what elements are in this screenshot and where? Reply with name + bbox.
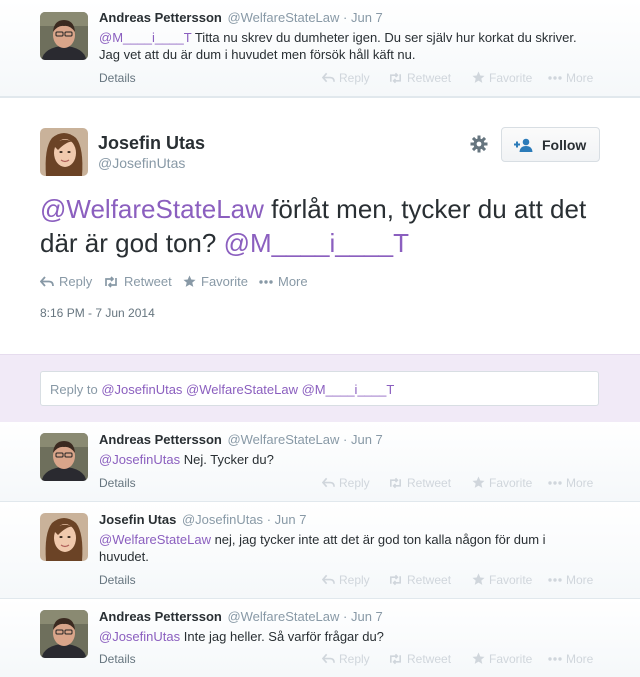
reply-action[interactable]: Reply (322, 573, 370, 587)
tweet-date[interactable]: · Jun 7 (343, 609, 383, 624)
tweet-header: Josefin Utas @JosefinUtas · Jun 7 (99, 512, 306, 527)
more-icon (548, 481, 562, 485)
tweet-actions: Reply Retweet Favorite More (322, 652, 612, 668)
star-icon (183, 275, 196, 288)
retweet-icon (388, 477, 403, 489)
tweet-body: Inte jag heller. Så varför frågar du? (180, 629, 384, 644)
tweet-date[interactable]: · Jun 7 (343, 10, 383, 25)
author-handle[interactable]: @JosefinUtas (98, 155, 185, 171)
star-icon (472, 573, 485, 586)
author-handle[interactable]: @JosefinUtas (182, 512, 263, 527)
tweet-text: @JosefinUtas Inte jag heller. Så varför … (99, 628, 599, 645)
mention-link[interactable]: @M____i____T (224, 228, 409, 258)
favorite-action[interactable]: Favorite (472, 476, 532, 490)
tweet-text: @WelfareStateLaw nej, jag tycker inte at… (99, 531, 599, 565)
add-user-icon (514, 138, 533, 152)
tweet-reply[interactable]: Josefin Utas @JosefinUtas · Jun 7 @Welfa… (0, 502, 640, 599)
mention-link[interactable]: @WelfareStateLaw (99, 532, 211, 547)
author-handle[interactable]: @WelfareStateLaw (227, 10, 339, 25)
reply-box: Reply to @JosefinUtas @WelfareStateLaw @… (0, 354, 640, 424)
reply-action[interactable]: Reply (322, 71, 370, 85)
follow-label: Follow (542, 137, 587, 153)
avatar[interactable] (40, 610, 88, 658)
retweet-action[interactable]: Retweet (388, 652, 451, 666)
retweet-icon (103, 276, 119, 288)
retweet-action[interactable]: Retweet (388, 573, 451, 587)
favorite-action[interactable]: Favorite (472, 652, 532, 666)
reply-icon (322, 477, 335, 489)
author-name[interactable]: Josefin Utas (99, 512, 176, 527)
author-handle[interactable]: @WelfareStateLaw (227, 609, 339, 624)
tweet-text: @JosefinUtas Nej. Tycker du? (99, 451, 599, 468)
retweet-icon (388, 574, 403, 586)
tweet-reply[interactable]: Andreas Pettersson @WelfareStateLaw · Ju… (0, 599, 640, 677)
more-action[interactable]: More (548, 476, 593, 490)
details-link[interactable]: Details (99, 476, 136, 490)
mention-link[interactable]: @JosefinUtas (99, 452, 180, 467)
avatar[interactable] (40, 513, 88, 561)
more-action[interactable]: More (548, 573, 593, 587)
more-icon (548, 578, 562, 582)
author-name[interactable]: Josefin Utas (98, 133, 205, 154)
star-icon (472, 71, 485, 84)
star-icon (472, 476, 485, 489)
retweet-icon (388, 653, 403, 665)
avatar[interactable] (40, 433, 88, 481)
reply-input[interactable]: Reply to @JosefinUtas @WelfareStateLaw @… (40, 371, 599, 406)
reply-action[interactable]: Reply (40, 274, 92, 289)
star-icon (472, 652, 485, 665)
reply-icon (322, 72, 335, 84)
author-handle[interactable]: @WelfareStateLaw (227, 432, 339, 447)
reply-action[interactable]: Reply (322, 652, 370, 666)
more-icon (548, 657, 562, 661)
mention-link[interactable]: @JosefinUtas (99, 629, 180, 644)
favorite-action[interactable]: Favorite (183, 274, 248, 289)
retweet-action[interactable]: Retweet (103, 274, 172, 289)
favorite-action[interactable]: Favorite (472, 71, 532, 85)
tweet-text: @M____i____T Titta nu skrev du dumheter … (99, 29, 599, 63)
tweet-actions: Reply Retweet Favorite More (322, 71, 612, 87)
follow-button[interactable]: Follow (501, 127, 600, 162)
tweet-actions: Reply Retweet Favorite More (40, 274, 340, 290)
author-name[interactable]: Andreas Pettersson (99, 432, 222, 447)
details-link[interactable]: Details (99, 71, 136, 85)
more-action[interactable]: More (548, 652, 593, 666)
author-name[interactable]: Andreas Pettersson (99, 609, 222, 624)
avatar[interactable] (40, 128, 88, 176)
tweet-top[interactable]: Andreas Pettersson @WelfareStateLaw · Ju… (0, 0, 640, 97)
reply-icon (322, 653, 335, 665)
tweet-date[interactable]: · Jun 7 (267, 512, 307, 527)
tweet-text: @WelfareStateLaw förlåt men, tycker du a… (40, 192, 600, 260)
favorite-action[interactable]: Favorite (472, 573, 532, 587)
tweet-reply[interactable]: Andreas Pettersson @WelfareStateLaw · Ju… (0, 422, 640, 502)
tweet-header: Andreas Pettersson @WelfareStateLaw · Ju… (99, 10, 383, 25)
reply-icon (40, 276, 54, 288)
avatar[interactable] (40, 12, 88, 60)
mention-link[interactable]: @WelfareStateLaw (40, 194, 264, 224)
tweet-body: Nej. Tycker du? (180, 452, 274, 467)
tweet-actions: Reply Retweet Favorite More (322, 573, 612, 589)
more-icon (548, 76, 562, 80)
more-action[interactable]: More (548, 71, 593, 85)
tweet-header: Andreas Pettersson @WelfareStateLaw · Ju… (99, 609, 383, 624)
reply-icon (322, 574, 335, 586)
retweet-icon (388, 72, 403, 84)
tweet-header: Andreas Pettersson @WelfareStateLaw · Ju… (99, 432, 383, 447)
gear-icon[interactable] (470, 135, 488, 153)
more-action[interactable]: More (259, 274, 308, 289)
details-link[interactable]: Details (99, 573, 136, 587)
retweet-action[interactable]: Retweet (388, 71, 451, 85)
reply-action[interactable]: Reply (322, 476, 370, 490)
tweet-actions: Reply Retweet Favorite More (322, 476, 612, 492)
more-icon (259, 280, 273, 284)
tweet-date[interactable]: · Jun 7 (343, 432, 383, 447)
reply-prefix: Reply to (50, 382, 102, 397)
author-name[interactable]: Andreas Pettersson (99, 10, 222, 25)
retweet-action[interactable]: Retweet (388, 476, 451, 490)
details-link[interactable]: Details (99, 652, 136, 666)
tweet-timestamp[interactable]: 8:16 PM - 7 Jun 2014 (40, 306, 155, 320)
reply-mentions: @JosefinUtas @WelfareStateLaw @M____i___… (101, 382, 395, 397)
mention-link[interactable]: @M____i____T (99, 30, 191, 45)
